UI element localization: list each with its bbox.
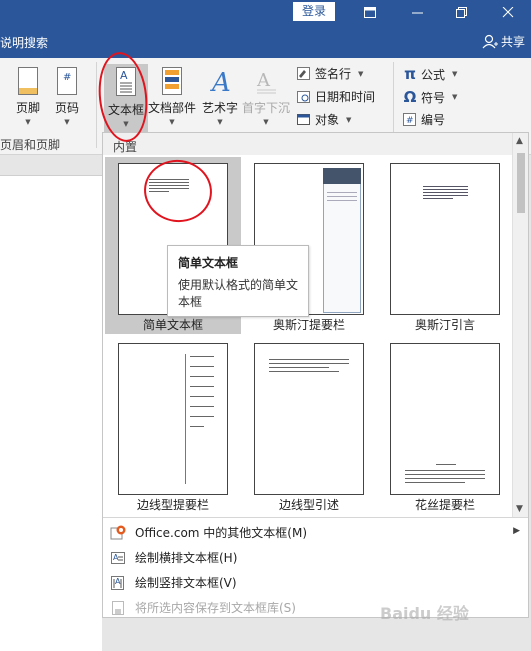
textbox-icon: A bbox=[116, 67, 136, 96]
title-bar: 登录 bbox=[0, 0, 531, 24]
equation-button[interactable]: π 公式 ▼ bbox=[402, 65, 457, 83]
textbox-preview bbox=[118, 343, 228, 495]
menu-item-office-more[interactable]: Office.com 中的其他文本框(M) ▶ bbox=[103, 520, 528, 545]
horizontal-textbox-icon: A bbox=[109, 550, 127, 566]
signature-icon bbox=[297, 67, 310, 80]
tell-me-search[interactable]: 说明搜索 bbox=[0, 34, 48, 51]
minimize-button[interactable] bbox=[398, 0, 438, 24]
chevron-down-icon: ▼ bbox=[64, 118, 70, 126]
chevron-down-icon: ▼ bbox=[452, 70, 458, 78]
svg-text:#: # bbox=[406, 116, 414, 126]
drop-cap-button[interactable]: A 首字下沉 ▼ bbox=[242, 66, 290, 126]
gallery-item-label: 花丝提要栏 bbox=[414, 498, 475, 512]
textbox-button[interactable]: A 文本框 ▼ bbox=[104, 64, 148, 134]
tooltip: 简单文本框 使用默认格式的简单文本框 bbox=[167, 245, 309, 317]
chevron-down-icon: ▼ bbox=[452, 93, 458, 101]
gallery-item-label: 边线型提要栏 bbox=[136, 498, 209, 512]
ribbon-display-icon bbox=[364, 6, 376, 18]
vertical-textbox-icon: A bbox=[109, 575, 127, 591]
chevron-right-icon: ▶ bbox=[513, 526, 520, 536]
share-label: 共享 bbox=[500, 35, 525, 49]
textbox-preview bbox=[390, 163, 500, 315]
tooltip-body: 使用默认格式的简单文本框 bbox=[178, 278, 299, 309]
date-time-button[interactable]: 日期和时间 bbox=[296, 88, 375, 105]
gallery-item-sideline-sidebar[interactable]: 边线型提要栏 bbox=[105, 337, 241, 514]
footer-icon bbox=[18, 67, 38, 95]
textbox-preview bbox=[254, 343, 364, 495]
numbering-button[interactable]: # 编号 bbox=[402, 111, 445, 128]
watermark: Baidu 经验 bbox=[380, 604, 469, 623]
scroll-up-icon[interactable]: ▲ bbox=[516, 136, 523, 146]
tooltip-title: 简单文本框 bbox=[178, 256, 239, 270]
menu-item-draw-horizontal[interactable]: A 绘制横排文本框(H) bbox=[103, 545, 528, 570]
gallery-item-sideline-quote[interactable]: 边线型引述 bbox=[241, 337, 377, 514]
svg-text:A: A bbox=[256, 70, 271, 91]
signature-line-button[interactable]: 签名行 ▼ bbox=[296, 65, 363, 82]
office-icon bbox=[109, 525, 127, 541]
page-number-icon: # bbox=[57, 67, 77, 95]
ribbon-display-options-button[interactable] bbox=[350, 0, 390, 24]
numbering-icon: # bbox=[403, 113, 416, 126]
gallery-item-label: 边线型引述 bbox=[278, 498, 339, 512]
document-area bbox=[0, 155, 102, 651]
document-page[interactable] bbox=[0, 175, 102, 651]
scroll-thumb[interactable] bbox=[517, 153, 525, 213]
person-icon bbox=[482, 34, 498, 49]
chevron-down-icon: ▼ bbox=[169, 118, 175, 126]
chevron-down-icon: ▼ bbox=[358, 69, 364, 78]
svg-text:A: A bbox=[120, 69, 128, 82]
object-icon bbox=[297, 114, 310, 125]
page-number-button[interactable]: # 页码 ▼ bbox=[50, 66, 84, 126]
chevron-down-icon: ▼ bbox=[263, 118, 269, 126]
group-separator bbox=[96, 62, 97, 148]
drop-cap-icon: A bbox=[256, 70, 276, 94]
chevron-down-icon: ▼ bbox=[123, 120, 129, 128]
gallery-item-label: 简单文本框 bbox=[142, 318, 203, 332]
textbox-gallery-panel: 内置 ▲ ▼ 简单文本框 奥斯汀提要栏 奥斯汀引言 边线型提要栏 边线型引述 花… bbox=[102, 132, 529, 618]
minimize-icon bbox=[412, 12, 423, 13]
gallery-item-label: 奥斯汀引言 bbox=[414, 318, 475, 332]
svg-text:A: A bbox=[115, 577, 121, 586]
gallery-scrollbar[interactable]: ▲ ▼ bbox=[512, 133, 528, 517]
gallery-item-filigree-sidebar[interactable]: 花丝提要栏 bbox=[377, 337, 513, 514]
save-to-gallery-icon bbox=[109, 600, 127, 616]
pi-icon: π bbox=[404, 65, 416, 83]
gallery-item-austin-quote[interactable]: 奥斯汀引言 bbox=[377, 157, 513, 334]
footer-button[interactable]: 页脚 ▼ bbox=[8, 66, 48, 126]
tell-me-bar: 说明搜索 共享 bbox=[0, 24, 531, 58]
login-button[interactable]: 登录 bbox=[293, 2, 335, 21]
wordart-icon: A bbox=[210, 68, 231, 98]
wordart-button[interactable]: A 艺术字 ▼ bbox=[199, 66, 241, 126]
chevron-down-icon: ▼ bbox=[346, 115, 352, 124]
object-button[interactable]: 对象 ▼ bbox=[296, 111, 351, 128]
scroll-down-icon[interactable]: ▼ bbox=[516, 504, 523, 514]
menu-item-draw-vertical[interactable]: A 绘制竖排文本框(V) bbox=[103, 570, 528, 595]
chevron-down-icon: ▼ bbox=[25, 118, 31, 126]
share-button[interactable]: 共享 bbox=[482, 33, 525, 50]
textbox-preview bbox=[390, 343, 500, 495]
group-label-header-footer: 页眉和页脚 bbox=[0, 138, 61, 152]
gallery-item-label: 奥斯汀提要栏 bbox=[272, 318, 345, 332]
close-button[interactable] bbox=[488, 0, 528, 24]
quick-parts-button[interactable]: 文档部件 ▼ bbox=[148, 66, 196, 126]
svg-text:#: # bbox=[63, 72, 71, 83]
restore-icon bbox=[456, 6, 467, 18]
quick-parts-icon bbox=[162, 67, 182, 95]
symbol-button[interactable]: Ω 符号 ▼ bbox=[402, 88, 458, 106]
svg-text:A: A bbox=[210, 68, 231, 96]
gallery-section-label: 内置 bbox=[103, 133, 513, 155]
omega-icon: Ω bbox=[403, 88, 417, 106]
chevron-down-icon: ▼ bbox=[217, 118, 223, 126]
calendar-icon bbox=[297, 91, 310, 103]
close-icon bbox=[502, 6, 514, 17]
restore-button[interactable] bbox=[442, 0, 482, 24]
